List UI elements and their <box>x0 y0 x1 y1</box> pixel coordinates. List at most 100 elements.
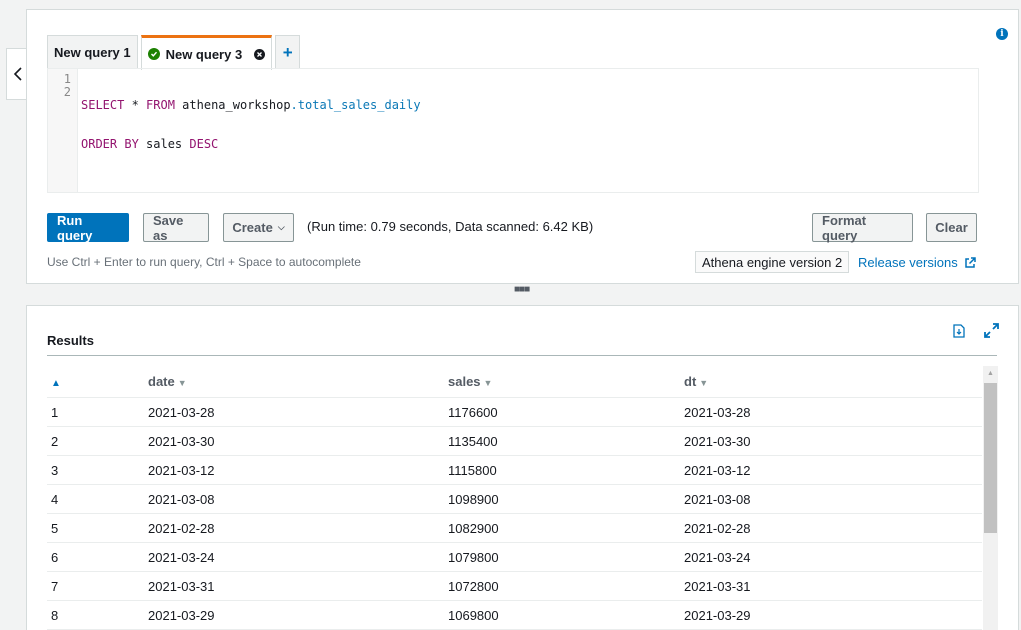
line-number: 2 <box>63 85 71 99</box>
cell: 2021-03-08 <box>684 491 751 507</box>
sql-keyword: SELECT <box>81 98 125 112</box>
chevron-down-icon: ⌵ <box>277 222 285 232</box>
cell: 2021-03-30 <box>148 433 215 449</box>
cell: 2021-03-29 <box>148 607 215 623</box>
add-tab-button[interactable]: + <box>275 35 301 69</box>
divider <box>47 355 997 356</box>
table-row: 2 2021-03-30 1135400 2021-03-30 <box>47 427 982 456</box>
sort-icon: ▼ <box>699 378 709 388</box>
code-line-2: ORDER BY sales DESC <box>81 138 421 151</box>
cell: 1069800 <box>448 607 499 623</box>
cell: 2021-03-29 <box>684 607 751 623</box>
table-row: 1 2021-03-28 1176600 2021-03-28 <box>47 398 982 427</box>
table-row: 5 2021-02-28 1082900 2021-02-28 <box>47 514 982 543</box>
sql-keyword: DESC <box>189 137 219 151</box>
sql-editor[interactable]: 1 2 SELECT * FROM athena_workshop.total_… <box>47 68 979 193</box>
external-link-icon <box>964 256 976 268</box>
cell: 2021-03-08 <box>148 491 215 507</box>
cell: 1082900 <box>448 520 499 536</box>
download-results-icon[interactable] <box>953 324 965 338</box>
column-header-date[interactable]: date ▼ <box>148 374 448 389</box>
sql-keyword: FROM <box>146 98 175 112</box>
sort-ascending-icon: ▲ <box>51 378 61 389</box>
sql-schema: athena_workshop <box>174 98 291 112</box>
format-query-button[interactable]: Format query <box>812 213 913 243</box>
row-number-header[interactable]: ▲ <box>47 374 148 389</box>
cell: 1079800 <box>448 549 499 565</box>
sql-keyword: ORDER BY <box>81 137 139 151</box>
table-row: 6 2021-03-24 1079800 2021-03-24 <box>47 543 982 572</box>
table-row: 4 2021-03-08 1098900 2021-03-08 <box>47 485 982 514</box>
close-tab-icon[interactable] <box>254 48 266 60</box>
query-tabs: New query 1 New query 3 + <box>47 34 301 70</box>
info-icon[interactable]: i <box>996 28 1008 40</box>
expand-icon[interactable] <box>984 323 999 338</box>
cell: 1176600 <box>448 404 498 420</box>
cell: 2021-03-12 <box>148 462 215 478</box>
query-editor-panel: i New query 1 New query 3 + 1 2 SELECT *… <box>26 9 1019 284</box>
sql-table: .total_sales_daily <box>290 98 421 112</box>
sort-icon: ▼ <box>483 378 493 388</box>
collapse-sidebar-button[interactable] <box>6 48 28 100</box>
cell: 2021-03-12 <box>684 462 751 478</box>
release-versions-label: Release versions <box>858 255 958 270</box>
chevron-left-icon <box>13 67 22 81</box>
run-info: (Run time: 0.79 seconds, Data scanned: 6… <box>307 219 594 234</box>
cell: 2021-03-24 <box>684 549 751 565</box>
table-header: ▲ date ▼ sales ▼ dt ▼ <box>47 366 982 398</box>
cell: 2021-03-24 <box>148 549 215 565</box>
release-versions-link[interactable]: Release versions <box>858 255 976 270</box>
sql-text: * <box>124 98 147 112</box>
cell: 2021-03-28 <box>684 404 751 420</box>
tab-new-query-3[interactable]: New query 3 <box>140 35 273 70</box>
create-dropdown-button[interactable]: Create ⌵ <box>223 213 294 242</box>
cell: 8 <box>51 607 59 623</box>
check-circle-icon <box>147 48 160 60</box>
clear-button[interactable]: Clear <box>926 213 977 242</box>
column-label: date <box>148 374 175 389</box>
results-scrollbar[interactable]: ▲ <box>983 366 998 630</box>
cell: 3 <box>51 462 59 478</box>
table-row: 8 2021-03-29 1069800 2021-03-29 <box>47 601 982 630</box>
scroll-up-icon[interactable]: ▲ <box>987 370 994 377</box>
cell: 2021-03-31 <box>148 578 215 594</box>
cell: 1115800 <box>448 462 497 478</box>
tab-label: New query 1 <box>54 45 131 60</box>
run-query-button[interactable]: Run query <box>47 213 129 243</box>
panel-resize-handle[interactable]: ■■■ <box>514 284 530 295</box>
cell: 2021-03-28 <box>148 404 215 420</box>
column-label: sales <box>448 374 481 389</box>
cell: 1135400 <box>448 433 498 449</box>
cell: 2021-02-28 <box>684 520 751 536</box>
table-row: 3 2021-03-12 1115800 2021-03-12 <box>47 456 982 485</box>
cell: 6 <box>51 549 59 565</box>
cell: 4 <box>51 491 59 507</box>
save-as-button[interactable]: Save as <box>143 213 209 243</box>
scrollbar-thumb[interactable] <box>984 383 997 533</box>
sql-text: sales <box>138 137 190 151</box>
column-header-dt[interactable]: dt ▼ <box>684 374 982 389</box>
engine-version-badge: Athena engine version 2 <box>695 251 850 273</box>
cell: 5 <box>51 520 59 536</box>
cell: 1 <box>51 404 59 420</box>
results-title: Results <box>47 333 94 348</box>
cell: 1072800 <box>448 578 499 594</box>
cell: 2 <box>51 433 59 449</box>
code-text[interactable]: SELECT * FROM athena_workshop.total_sale… <box>78 69 421 192</box>
table-row: 7 2021-03-31 1072800 2021-03-31 <box>47 572 982 601</box>
line-numbers: 1 2 <box>48 69 78 192</box>
cell: 7 <box>51 578 59 594</box>
cell: 2021-03-31 <box>684 578 751 594</box>
column-label: dt <box>684 374 697 389</box>
tab-new-query-1[interactable]: New query 1 <box>47 35 138 69</box>
results-table: ▲ date ▼ sales ▼ dt ▼ 1 2021-03-28 1176600 202… <box>47 366 982 630</box>
column-header-sales[interactable]: sales ▼ <box>448 374 684 389</box>
tab-label: New query 3 <box>165 46 243 62</box>
cell: 1098900 <box>448 491 499 507</box>
sort-icon: ▼ <box>177 378 187 388</box>
create-label: Create <box>232 220 273 235</box>
code-line-1: SELECT * FROM athena_workshop.total_sale… <box>81 99 421 112</box>
results-panel: Results ▲ date ▼ sales ▼ dt ▼ 1 2021-03-28 11… <box>26 305 1019 630</box>
cell: 2021-03-30 <box>684 433 751 449</box>
keyboard-hint: Use Ctrl + Enter to run query, Ctrl + Sp… <box>47 255 361 269</box>
